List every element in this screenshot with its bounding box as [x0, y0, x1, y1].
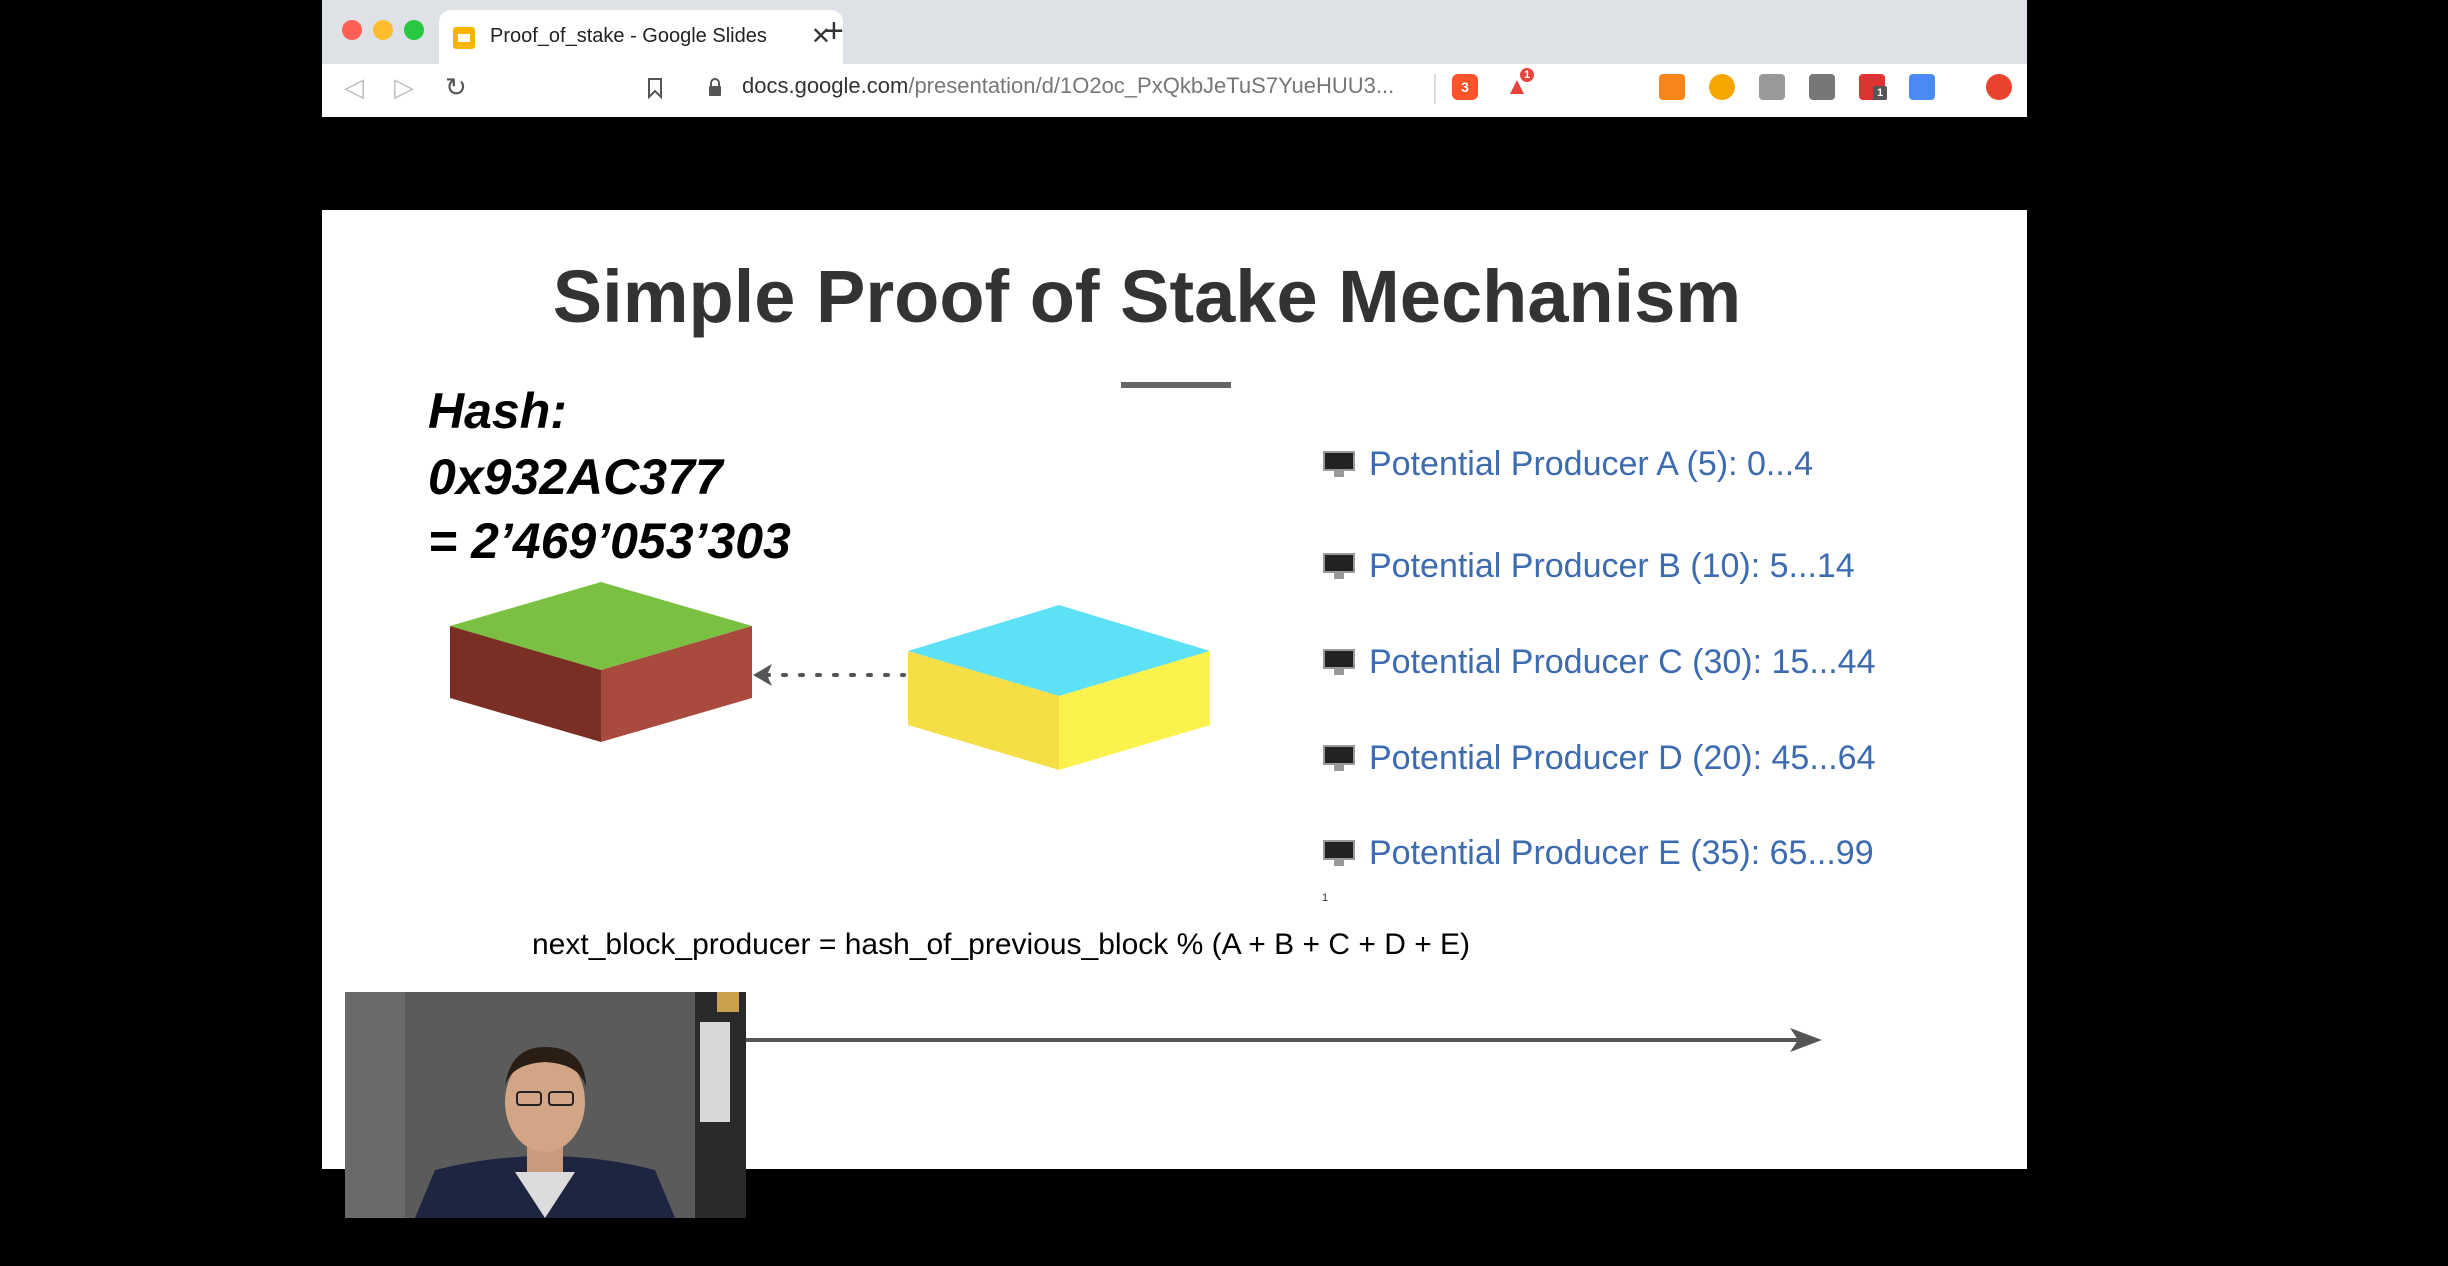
brave-rewards-icon[interactable]: ▲ 1 [1504, 68, 1534, 100]
tab-title: Proof_of_stake - Google Slides [490, 25, 767, 47]
presenter-video [345, 992, 746, 1218]
browser-window: Proof_of_stake - Google Slides ✕ + ◁ ▷ ↻… [322, 0, 2027, 117]
url-path: /presentation/d/1O2oc_PxQkbJeTuS7YueHUU3… [908, 73, 1395, 98]
tab-strip: Proof_of_stake - Google Slides ✕ + [322, 0, 2027, 64]
browser-toolbar: ◁ ▷ ↻ docs.google.com/presentation/d/1O2… [322, 64, 2027, 117]
metamask-icon[interactable] [1659, 74, 1685, 100]
minimize-window-button[interactable] [373, 20, 393, 40]
zoom-window-button[interactable] [404, 20, 424, 40]
reload-icon[interactable]: ↻ [445, 74, 467, 100]
toolbar-divider [1434, 74, 1436, 104]
translate-icon[interactable] [1909, 74, 1935, 100]
blocks-diagram [450, 582, 1210, 770]
producer-e: Potential Producer E (35): 65...99 [1323, 834, 1874, 873]
tab-google-slides[interactable]: Proof_of_stake - Google Slides ✕ [439, 10, 843, 64]
back-icon[interactable]: ◁ [344, 74, 364, 100]
timeline-arrow [552, 1028, 1822, 1052]
footnote-marker: 1 [1322, 892, 1329, 904]
producer-b: Potential Producer B (10): 5...14 [1323, 547, 1855, 586]
profile-update-icon[interactable] [1986, 74, 2012, 100]
hash-hex-value: 0x932AC377 [428, 449, 723, 505]
computer-icon [1323, 745, 1355, 771]
slides-favicon-icon [453, 27, 475, 49]
close-window-button[interactable] [342, 20, 362, 40]
lock-icon [709, 78, 721, 96]
brave-shield-icon[interactable]: 3 [1452, 74, 1478, 100]
hash-label: Hash: [428, 383, 567, 439]
producer-a: Potential Producer A (5): 0...4 [1323, 445, 1813, 484]
extension-stack-icon[interactable] [1759, 74, 1785, 100]
extension-cube-icon[interactable] [1809, 74, 1835, 100]
computer-icon [1323, 451, 1355, 477]
hash-decimal-value: = 2’469’053’303 [428, 513, 791, 569]
extension-tool-icon[interactable]: 1 [1859, 74, 1887, 100]
webcam-overlay [345, 992, 746, 1218]
computer-icon [1323, 553, 1355, 579]
producer-c: Potential Producer C (30): 15...44 [1323, 643, 1876, 682]
bookmark-icon[interactable] [647, 77, 663, 99]
forward-icon[interactable]: ▷ [394, 74, 414, 100]
formula-text: next_block_producer = hash_of_previous_b… [532, 928, 1471, 961]
url-host: docs.google.com [742, 73, 909, 98]
title-underline [1121, 382, 1231, 388]
extension-coin-icon[interactable] [1709, 74, 1735, 100]
producer-d: Potential Producer D (20): 45...64 [1323, 739, 1876, 778]
slide-title: Simple Proof of Stake Mechanism [552, 255, 1742, 338]
computer-icon [1323, 840, 1355, 866]
address-bar[interactable]: docs.google.com/presentation/d/1O2oc_PxQ… [742, 73, 1394, 99]
computer-icon [1323, 649, 1355, 675]
new-tab-button[interactable]: + [824, 14, 844, 48]
